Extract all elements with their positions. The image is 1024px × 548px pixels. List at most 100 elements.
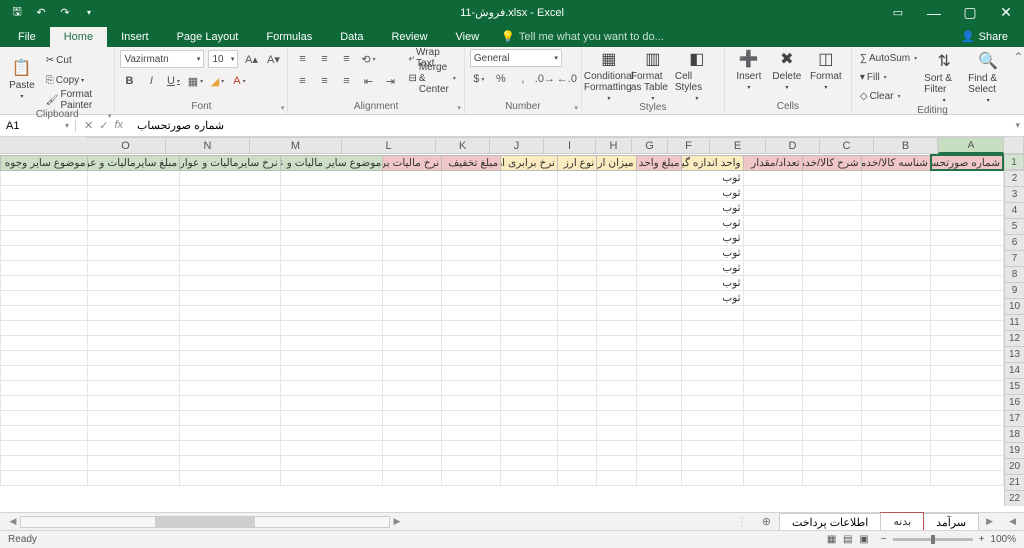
cell-H1[interactable]: نوع ارز xyxy=(557,155,596,170)
column-header-G[interactable]: G xyxy=(632,137,668,154)
cell-H13[interactable] xyxy=(557,335,596,350)
cell-C5[interactable] xyxy=(802,215,861,230)
cell-G17[interactable] xyxy=(597,395,636,410)
cell-F9[interactable] xyxy=(636,275,682,290)
cell-G12[interactable] xyxy=(597,320,636,335)
cell-H8[interactable] xyxy=(557,260,596,275)
copy-button[interactable]: ⎘Copy▾ xyxy=(43,71,110,89)
cell-E2[interactable]: ثوب xyxy=(682,170,743,185)
cell-F20[interactable] xyxy=(636,440,682,455)
cell-D17[interactable] xyxy=(743,395,802,410)
find-select-button[interactable]: 🔍Find & Select▾ xyxy=(968,49,1008,105)
page-layout-view-icon[interactable]: ▤ xyxy=(843,534,852,545)
cell-I8[interactable] xyxy=(501,260,558,275)
conditional-formatting-button[interactable]: ▦Conditional Formatting▾ xyxy=(587,49,631,102)
cell-I2[interactable] xyxy=(501,170,558,185)
cell-I6[interactable] xyxy=(501,230,558,245)
column-header-N[interactable]: N xyxy=(166,137,250,154)
cell-L4[interactable] xyxy=(280,200,383,215)
cell-C18[interactable] xyxy=(802,410,861,425)
cell-D1[interactable]: تعداد/مقدار xyxy=(743,155,802,170)
cell-D2[interactable] xyxy=(743,170,802,185)
cell-G21[interactable] xyxy=(597,455,636,470)
cell-D10[interactable] xyxy=(743,290,802,305)
cell-L8[interactable] xyxy=(280,260,383,275)
cell-J19[interactable] xyxy=(442,425,501,440)
cell-L2[interactable] xyxy=(280,170,383,185)
cell-O18[interactable] xyxy=(1,410,88,425)
cell-H21[interactable] xyxy=(557,455,596,470)
cell-I14[interactable] xyxy=(501,350,558,365)
cell-A17[interactable] xyxy=(931,395,1003,410)
cell-C9[interactable] xyxy=(802,275,861,290)
ribbon-display-icon[interactable]: ▭ xyxy=(880,0,916,25)
cell-L19[interactable] xyxy=(280,425,383,440)
column-header-M[interactable]: M xyxy=(250,137,342,154)
cell-L20[interactable] xyxy=(280,440,383,455)
accounting-format-icon[interactable]: $ xyxy=(470,70,488,88)
cell-G2[interactable] xyxy=(597,170,636,185)
cell-K9[interactable] xyxy=(383,275,442,290)
cell-G10[interactable] xyxy=(597,290,636,305)
cell-I22[interactable] xyxy=(501,470,558,485)
merge-center-button[interactable]: ⊟Merge & Center xyxy=(405,69,458,87)
align-top-icon[interactable]: ≡ xyxy=(293,50,311,68)
cell-H16[interactable] xyxy=(557,380,596,395)
cell-H6[interactable] xyxy=(557,230,596,245)
cell-A3[interactable] xyxy=(931,185,1003,200)
cell-N3[interactable] xyxy=(88,185,180,200)
cell-L13[interactable] xyxy=(280,335,383,350)
cell-K2[interactable] xyxy=(383,170,442,185)
tab-insert[interactable]: Insert xyxy=(107,27,163,47)
cell-J11[interactable] xyxy=(442,305,501,320)
row-header-16[interactable]: 16 xyxy=(1004,394,1024,410)
cell-H7[interactable] xyxy=(557,245,596,260)
cell-N12[interactable] xyxy=(88,320,180,335)
cell-H9[interactable] xyxy=(557,275,596,290)
cell-A7[interactable] xyxy=(931,245,1003,260)
cell-E7[interactable]: ثوب xyxy=(682,245,743,260)
cell-G22[interactable] xyxy=(597,470,636,485)
sheet-nav-next-icon[interactable]: ▶ xyxy=(978,516,1001,527)
cell-F16[interactable] xyxy=(636,380,682,395)
row-header-1[interactable]: 1 xyxy=(1004,154,1024,170)
cell-J13[interactable] xyxy=(442,335,501,350)
cell-B18[interactable] xyxy=(861,410,931,425)
cell-D6[interactable] xyxy=(743,230,802,245)
column-header-F[interactable]: F xyxy=(668,137,710,154)
cell-H12[interactable] xyxy=(557,320,596,335)
cell-O14[interactable] xyxy=(1,350,88,365)
cell-G11[interactable] xyxy=(597,305,636,320)
cell-E3[interactable]: ثوب xyxy=(682,185,743,200)
cell-A16[interactable] xyxy=(931,380,1003,395)
cell-I17[interactable] xyxy=(501,395,558,410)
cell-E9[interactable]: ثوب xyxy=(682,275,743,290)
select-all-corner[interactable] xyxy=(1004,137,1024,154)
sheet-nav-prev-icon[interactable]: ◀ xyxy=(1001,516,1024,527)
cell-G4[interactable] xyxy=(597,200,636,215)
cell-E20[interactable] xyxy=(682,440,743,455)
align-left-icon[interactable]: ≡ xyxy=(293,72,311,90)
align-middle-icon[interactable]: ≡ xyxy=(315,50,333,68)
zoom-level[interactable]: 100% xyxy=(990,534,1016,545)
cell-A2[interactable] xyxy=(931,170,1003,185)
cell-K3[interactable] xyxy=(383,185,442,200)
cell-H17[interactable] xyxy=(557,395,596,410)
row-header-19[interactable]: 19 xyxy=(1004,442,1024,458)
cell-I7[interactable] xyxy=(501,245,558,260)
row-header-3[interactable]: 3 xyxy=(1004,186,1024,202)
cell-N4[interactable] xyxy=(88,200,180,215)
cell-L6[interactable] xyxy=(280,230,383,245)
cell-B6[interactable] xyxy=(861,230,931,245)
scroll-left-icon[interactable]: ◀ xyxy=(6,516,20,527)
cell-G19[interactable] xyxy=(597,425,636,440)
cell-A11[interactable] xyxy=(931,305,1003,320)
column-header-L[interactable]: L xyxy=(342,137,436,154)
minimize-icon[interactable]: — xyxy=(916,0,952,25)
cell-C6[interactable] xyxy=(802,230,861,245)
decrease-decimal-icon[interactable]: ←.0 xyxy=(558,70,576,88)
cell-styles-button[interactable]: ◧Cell Styles▾ xyxy=(675,49,719,102)
cell-J1[interactable]: مبلغ تخفیف xyxy=(442,155,501,170)
row-header-7[interactable]: 7 xyxy=(1004,250,1024,266)
cell-A22[interactable] xyxy=(931,470,1003,485)
